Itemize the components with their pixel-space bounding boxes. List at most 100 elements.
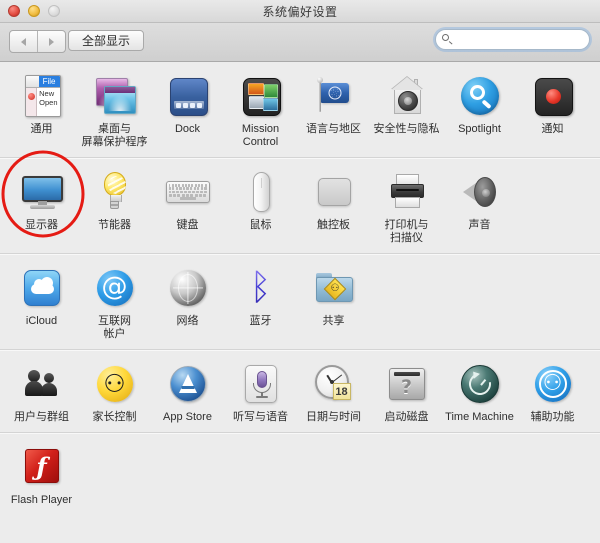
pane-grid-third-party: ƒ Flash Player — [0, 443, 600, 507]
pane-grid-system: 用户与群组 ⚇ 家长控制 App Store 听写与语音 18 日期与时间 ? … — [0, 360, 600, 424]
parental-controls-icon: ⚇ — [91, 360, 139, 408]
desktop-screensaver-icon — [91, 72, 139, 120]
accessibility-icon: ⚇ — [529, 360, 577, 408]
pref-pane-mouse[interactable]: 鼠标 — [224, 168, 297, 245]
pref-pane-dictation-speech[interactable]: 听写与语音 — [224, 360, 297, 424]
bluetooth-icon: ᛒ — [237, 264, 285, 312]
mouse-icon — [237, 168, 285, 216]
pref-pane-internet-accounts[interactable]: @ 互联网 帐户 — [78, 264, 151, 341]
pref-pane-label: 共享 — [322, 315, 345, 327]
section-personal: File New Open 通用 桌面与 屏幕保护程序 Dock Mission… — [0, 62, 600, 157]
pref-pane-label: 蓝牙 — [249, 315, 272, 327]
bluetooth-glyph: ᛒ — [249, 267, 272, 308]
general-menu-items-label: New Open — [37, 88, 60, 116]
pref-pane-date-time[interactable]: 18 日期与时间 — [297, 360, 370, 424]
dictation-speech-icon — [237, 360, 285, 408]
users-groups-icon — [18, 360, 66, 408]
pane-grid-hardware: 显示器 节能器 键盘 鼠标 触控板 打印机与 扫描仪 声音 — [0, 168, 600, 245]
pref-pane-mission-control[interactable]: Mission Control — [224, 72, 297, 149]
at-symbol-glyph: @ — [96, 270, 133, 306]
pref-pane-label: 网络 — [176, 315, 199, 327]
date-time-icon: 18 — [310, 360, 358, 408]
pref-pane-displays[interactable]: 显示器 — [5, 168, 78, 245]
chevron-left-icon — [21, 37, 26, 46]
pref-pane-users-groups[interactable]: 用户与群组 — [5, 360, 78, 424]
general-icon: File New Open — [18, 72, 66, 120]
pref-pane-app-store[interactable]: App Store — [151, 360, 224, 424]
pref-pane-label: Dock — [174, 123, 201, 135]
app-store-icon — [164, 360, 212, 408]
question-mark-glyph: ? — [400, 376, 413, 398]
pref-pane-label: 辅助功能 — [530, 411, 575, 423]
pref-pane-icloud[interactable]: iCloud — [5, 264, 78, 341]
pref-pane-startup-disk[interactable]: ? 启动磁盘 — [370, 360, 443, 424]
forward-button[interactable] — [37, 31, 65, 52]
section-third-party: ƒ Flash Player — [0, 432, 600, 515]
pref-pane-energy-saver[interactable]: 节能器 — [78, 168, 151, 245]
pref-pane-keyboard[interactable]: 键盘 — [151, 168, 224, 245]
pref-pane-label: 通知 — [541, 123, 564, 135]
pref-pane-security-privacy[interactable]: 安全性与隐私 — [370, 72, 443, 149]
pref-pane-label: 桌面与 屏幕保护程序 — [81, 123, 148, 148]
pref-pane-label: 触控板 — [317, 219, 350, 231]
navigation-segmented-control — [9, 30, 66, 53]
pref-pane-trackpad[interactable]: 触控板 — [297, 168, 370, 245]
pref-pane-label: 节能器 — [98, 219, 131, 231]
toolbar: 全部显示 — [0, 23, 600, 62]
pref-pane-label: Time Machine — [445, 411, 514, 423]
pref-pane-label: 日期与时间 — [306, 411, 361, 423]
dock-icon — [164, 72, 212, 120]
pref-pane-label: 语言与地区 — [306, 123, 361, 135]
calendar-day-label: 18 — [332, 383, 351, 400]
search-input[interactable] — [454, 33, 600, 46]
chevron-right-icon — [49, 37, 54, 46]
pref-pane-flash-player[interactable]: ƒ Flash Player — [5, 443, 78, 507]
pref-pane-label: 声音 — [468, 219, 491, 231]
pref-pane-label: 打印机与 扫描仪 — [384, 219, 429, 244]
section-hardware: 显示器 节能器 键盘 鼠标 触控板 打印机与 扫描仪 声音 — [0, 157, 600, 253]
search-icon — [442, 33, 454, 46]
pref-pane-sound[interactable]: 声音 — [443, 168, 516, 245]
parental-figure-glyph: ⚇ — [103, 369, 126, 398]
keyboard-icon — [164, 168, 212, 216]
show-all-button[interactable]: 全部显示 — [68, 30, 145, 51]
pref-pane-general[interactable]: File New Open 通用 — [5, 72, 78, 149]
mission-control-icon — [237, 72, 285, 120]
pref-pane-language-region[interactable]: 语言与地区 — [297, 72, 370, 149]
pref-pane-parental-controls[interactable]: ⚇ 家长控制 — [78, 360, 151, 424]
displays-icon — [18, 168, 66, 216]
notifications-icon — [529, 72, 577, 120]
pref-pane-network[interactable]: 网络 — [151, 264, 224, 341]
printers-scanners-icon — [383, 168, 431, 216]
pane-grid-personal: File New Open 通用 桌面与 屏幕保护程序 Dock Mission… — [0, 72, 600, 149]
pedestrian-glyph: ⚇ — [330, 283, 339, 294]
section-system: 用户与群组 ⚇ 家长控制 App Store 听写与语音 18 日期与时间 ? … — [0, 349, 600, 432]
pref-pane-sharing[interactable]: ⚇ 共享 — [297, 264, 370, 341]
pref-pane-accessibility[interactable]: ⚇ 辅助功能 — [516, 360, 589, 424]
pref-pane-time-machine[interactable]: Time Machine — [443, 360, 516, 424]
search-field[interactable] — [435, 29, 600, 50]
general-file-menu-label: File — [38, 76, 60, 87]
time-machine-icon — [456, 360, 504, 408]
window-title: 系统偏好设置 — [262, 5, 338, 19]
pref-pane-label: 启动磁盘 — [384, 411, 429, 423]
pref-pane-desktop-screensaver[interactable]: 桌面与 屏幕保护程序 — [78, 72, 151, 149]
pref-pane-label: 互联网 帐户 — [98, 315, 131, 340]
pref-pane-spotlight[interactable]: Spotlight — [443, 72, 516, 149]
section-internet-wireless: iCloud @ 互联网 帐户 网络 ᛒ 蓝牙 ⚇ 共享 — [0, 253, 600, 349]
pref-pane-notifications[interactable]: 通知 — [516, 72, 589, 149]
pref-pane-label: Flash Player — [10, 494, 73, 506]
language-region-icon — [310, 72, 358, 120]
flash-player-icon: ƒ — [18, 443, 66, 491]
pref-pane-label: 用户与群组 — [14, 411, 69, 423]
pref-pane-dock[interactable]: Dock — [151, 72, 224, 149]
back-button[interactable] — [10, 31, 37, 52]
trackpad-icon — [310, 168, 358, 216]
pref-pane-bluetooth[interactable]: ᛒ 蓝牙 — [224, 264, 297, 341]
pref-pane-label: Spotlight — [458, 123, 501, 135]
pref-pane-printers-scanners[interactable]: 打印机与 扫描仪 — [370, 168, 443, 245]
network-icon — [164, 264, 212, 312]
pref-pane-label: 鼠标 — [249, 219, 272, 231]
pref-pane-label: 家长控制 — [92, 411, 137, 423]
pref-pane-label: 显示器 — [25, 219, 58, 231]
